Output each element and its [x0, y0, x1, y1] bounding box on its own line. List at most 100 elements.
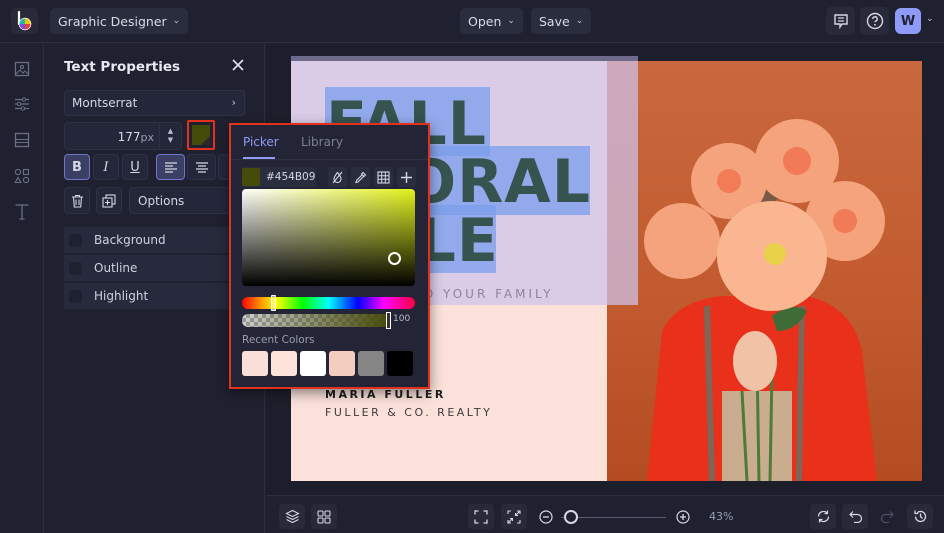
redo-button[interactable] — [874, 504, 900, 529]
adjust-tool-button[interactable] — [12, 94, 32, 114]
outline-label: Outline — [94, 261, 138, 275]
text-color-button[interactable] — [187, 120, 215, 150]
undo-icon — [848, 511, 862, 523]
opacity-slider-handle[interactable] — [386, 312, 391, 329]
underline-button[interactable]: U — [122, 154, 148, 180]
zoom-out-icon[interactable] — [539, 510, 553, 524]
opacity-slider[interactable] — [242, 314, 390, 327]
hue-slider[interactable] — [242, 297, 415, 309]
opacity-value: 100 — [393, 314, 411, 324]
duplicate-button[interactable] — [96, 187, 122, 214]
comment-icon — [833, 14, 848, 29]
bold-button[interactable]: B — [64, 154, 90, 180]
hex-value: #454B09 — [266, 171, 316, 183]
recent-color-swatch[interactable] — [300, 351, 326, 376]
zoom-in-icon[interactable] — [676, 510, 690, 524]
recent-color-swatch[interactable] — [271, 351, 297, 376]
text-color-swatch — [192, 125, 210, 145]
history-button[interactable] — [907, 504, 933, 529]
font-size-input[interactable]: 177px ▲ ▼ — [64, 122, 182, 150]
save-label: Save — [539, 13, 570, 29]
swatch-grid-button[interactable] — [374, 167, 393, 187]
delete-button[interactable] — [64, 187, 90, 214]
recent-color-swatch[interactable] — [358, 351, 384, 376]
background-toggle[interactable]: Background — [64, 227, 234, 253]
font-size-value: 177 — [117, 130, 141, 144]
options-label: Options — [138, 193, 185, 208]
text-tool-button[interactable] — [12, 202, 32, 222]
user-avatar[interactable]: W — [895, 8, 921, 34]
recent-color-swatch[interactable] — [387, 351, 413, 376]
hex-input[interactable]: #454B09 — [242, 167, 316, 187]
befunky-logo-icon — [17, 11, 31, 31]
recent-color-swatch[interactable] — [329, 351, 355, 376]
italic-button[interactable]: I — [93, 154, 119, 180]
image-tool-button[interactable] — [12, 59, 32, 79]
actual-size-button[interactable] — [501, 504, 527, 529]
tab-picker[interactable]: Picker — [243, 135, 279, 149]
flower-photo[interactable] — [607, 61, 922, 481]
eyedropper-button[interactable] — [351, 167, 370, 187]
layout-tool-button[interactable] — [12, 130, 32, 150]
font-family-select[interactable]: Montserrat › — [64, 90, 245, 116]
font-size-unit: px — [140, 131, 155, 144]
no-color-icon — [332, 171, 343, 183]
sliders-icon — [15, 97, 29, 111]
account-chevron-down-icon[interactable]: ⌄ — [926, 14, 934, 24]
saturation-value-picker[interactable] — [242, 189, 415, 286]
agent-name-text[interactable]: MARIA FULLER — [325, 388, 446, 401]
add-color-button[interactable] — [397, 167, 416, 187]
stepper-down-icon[interactable]: ▼ — [168, 136, 173, 145]
trash-icon — [71, 194, 83, 208]
chevron-right-icon: › — [231, 96, 236, 109]
stepper-up-icon[interactable]: ▲ — [168, 127, 173, 136]
recent-colors-label: Recent Colors — [242, 334, 315, 346]
grid-view-button[interactable] — [311, 504, 337, 529]
open-label: Open — [468, 13, 502, 29]
mode-dropdown[interactable]: Graphic Designer ⌄ — [50, 8, 189, 34]
align-left-button[interactable] — [156, 154, 185, 180]
highlight-toggle[interactable]: Highlight — [64, 283, 234, 309]
highlight-checkbox[interactable] — [69, 289, 82, 303]
font-size-stepper[interactable]: ▲ ▼ — [159, 123, 181, 149]
save-dropdown[interactable]: Save ⌄ — [531, 8, 592, 34]
open-dropdown[interactable]: Open ⌄ — [460, 8, 523, 34]
comments-button[interactable] — [826, 7, 855, 35]
refresh-icon — [817, 510, 829, 523]
hue-slider-handle[interactable] — [271, 295, 276, 311]
expand-icon — [474, 509, 488, 524]
current-color-swatch — [242, 168, 260, 186]
graphics-tool-button[interactable] — [12, 166, 32, 186]
tab-divider — [231, 159, 428, 160]
help-button[interactable] — [860, 7, 889, 35]
chevron-down-icon: ⌄ — [172, 16, 181, 26]
chevron-down-icon: ⌄ — [507, 16, 515, 26]
image-icon — [14, 61, 30, 77]
app-logo[interactable] — [11, 8, 38, 34]
close-icon[interactable] — [231, 58, 245, 72]
company-text[interactable]: FULLER & CO. REALTY — [325, 406, 492, 419]
outline-toggle[interactable]: Outline — [64, 255, 234, 281]
align-left-icon — [164, 161, 177, 173]
no-color-button[interactable] — [328, 167, 347, 187]
shapes-icon — [14, 168, 30, 184]
fit-to-screen-button[interactable] — [468, 504, 494, 529]
saturation-value-handle[interactable] — [388, 252, 401, 265]
left-tool-rail — [0, 44, 44, 533]
tab-library[interactable]: Library — [301, 135, 343, 149]
redo-icon — [880, 511, 894, 523]
layers-button[interactable] — [279, 504, 305, 529]
zoom-slider-handle[interactable] — [564, 510, 579, 524]
reset-button[interactable] — [810, 504, 836, 529]
tagline-text[interactable]: D YOUR FAMILY — [424, 287, 553, 301]
undo-button[interactable] — [842, 504, 868, 529]
chevron-down-icon: ⌄ — [575, 16, 584, 26]
mode-label: Graphic Designer — [58, 13, 167, 29]
align-center-button[interactable] — [187, 154, 216, 180]
background-label: Background — [94, 233, 166, 247]
outline-checkbox[interactable] — [69, 261, 82, 275]
background-checkbox[interactable] — [69, 233, 82, 247]
grid-icon — [377, 170, 390, 184]
recent-color-swatch[interactable] — [242, 351, 268, 376]
shrink-icon — [507, 509, 521, 524]
